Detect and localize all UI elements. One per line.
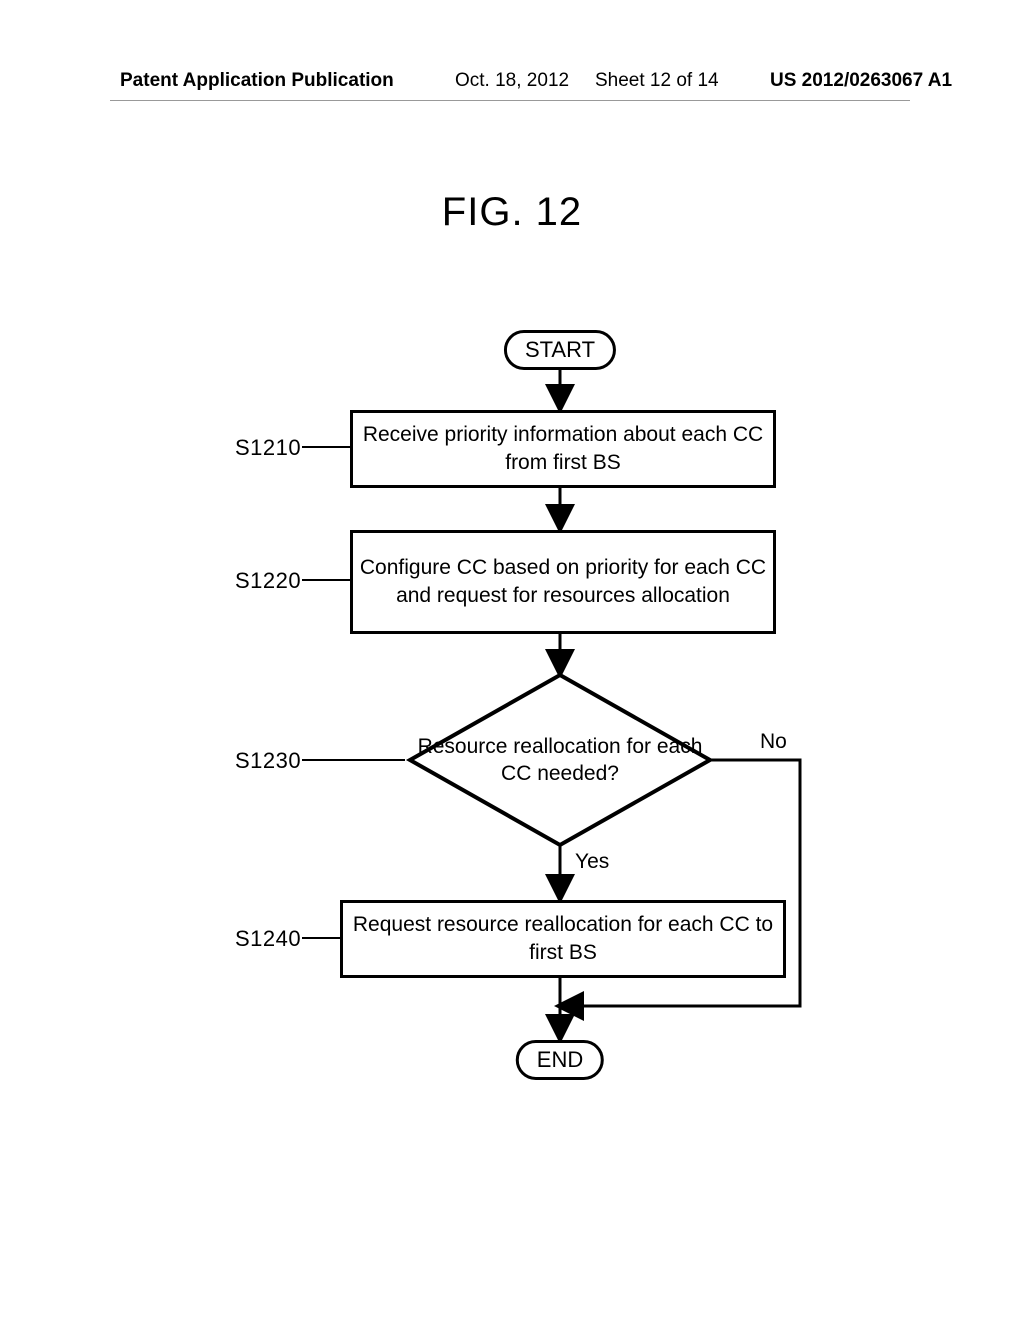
step-s1240-text: Request resource reallocation for each C…	[343, 911, 783, 968]
edge-no: No	[760, 730, 787, 754]
step-label-s1240: S1240	[235, 926, 301, 952]
step-label-s1210: S1210	[235, 435, 301, 461]
end-label: END	[537, 1047, 583, 1072]
start-node: START	[504, 330, 616, 370]
figure-title: FIG. 12	[0, 190, 1024, 235]
step-s1240-box: Request resource reallocation for each C…	[340, 900, 786, 978]
header-appno: US 2012/0263067 A1	[770, 70, 952, 92]
step-label-s1230: S1230	[235, 748, 301, 774]
start-label: START	[525, 337, 595, 362]
header-publication: Patent Application Publication	[120, 70, 394, 92]
end-node: END	[516, 1040, 604, 1080]
header-date: Oct. 18, 2012	[455, 70, 569, 92]
header-divider	[110, 100, 910, 101]
decision-s1230-text: Resource reallocation for each CC needed…	[410, 675, 710, 845]
step-s1220-box: Configure CC based on priority for each …	[350, 530, 776, 634]
step-label-s1220: S1220	[235, 568, 301, 594]
header-sheet: Sheet 12 of 14	[595, 70, 719, 92]
edge-yes: Yes	[575, 850, 609, 874]
decision-s1230: Resource reallocation for each CC needed…	[410, 675, 710, 845]
step-s1210-text: Receive priority information about each …	[353, 421, 773, 478]
step-s1210-box: Receive priority information about each …	[350, 410, 776, 488]
step-s1220-text: Configure CC based on priority for each …	[353, 554, 773, 611]
